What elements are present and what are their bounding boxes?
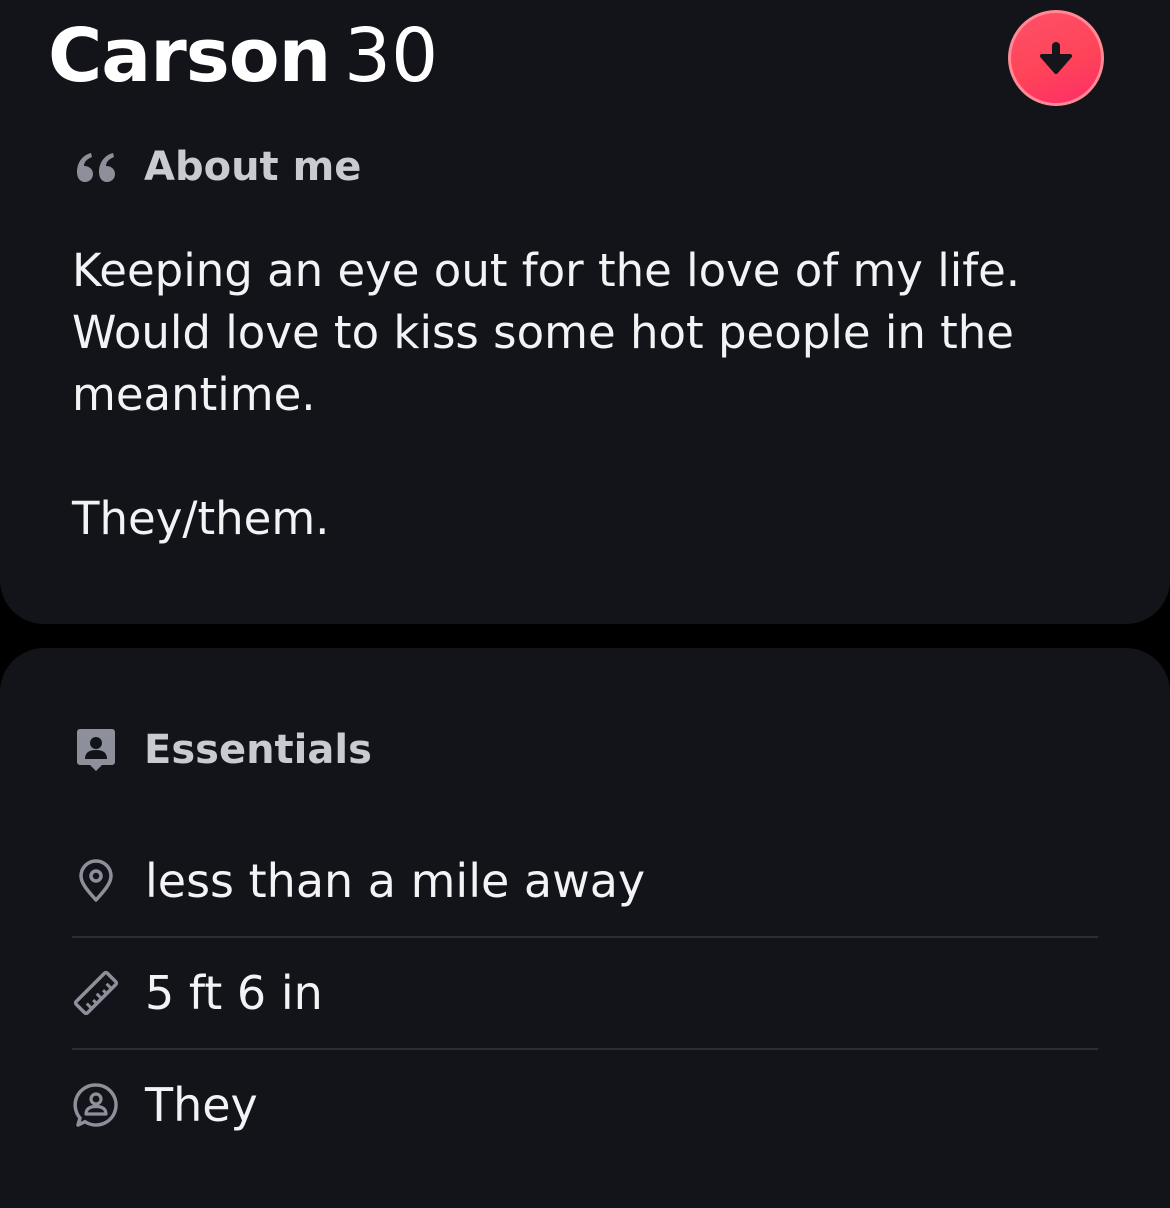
collapse-profile-button[interactable] [1008, 10, 1104, 106]
profile-info-card: Carson 30 About me Keeping an eye out fo… [0, 0, 1170, 624]
essential-item-height: 5 ft 6 in [72, 937, 1098, 1049]
quote-icon [72, 143, 120, 191]
bio-text: Keeping an eye out for the love of my li… [72, 240, 1072, 550]
about-me-header: About me [72, 143, 361, 191]
pronoun-person-icon [72, 1081, 120, 1129]
bio-line: meantime. [72, 368, 316, 421]
bio-pronoun-line: They/them. [72, 492, 330, 545]
id-badge-icon [72, 726, 120, 774]
about-me-title: About me [144, 144, 362, 190]
height-text: 5 ft 6 in [145, 966, 323, 1020]
location-pin-icon [72, 857, 120, 905]
essential-item-distance: less than a mile away [72, 825, 1098, 937]
distance-text: less than a mile away [145, 854, 646, 908]
bio-line: Keeping an eye out for the love of my li… [72, 244, 1021, 297]
arrow-down-icon [1040, 42, 1072, 74]
ruler-icon [72, 969, 120, 1017]
profile-age: 30 [344, 13, 439, 99]
essentials-title: Essentials [144, 727, 372, 773]
pronoun-text: They [145, 1078, 258, 1132]
profile-name: Carson [48, 13, 331, 99]
bio-line: Would love to kiss some hot people in th… [72, 306, 1014, 359]
essentials-header: Essentials [72, 726, 372, 774]
essential-item-pronouns: They [72, 1049, 1098, 1161]
essentials-card: Essentials less than a mile away 5 ft 6 … [0, 648, 1170, 1208]
